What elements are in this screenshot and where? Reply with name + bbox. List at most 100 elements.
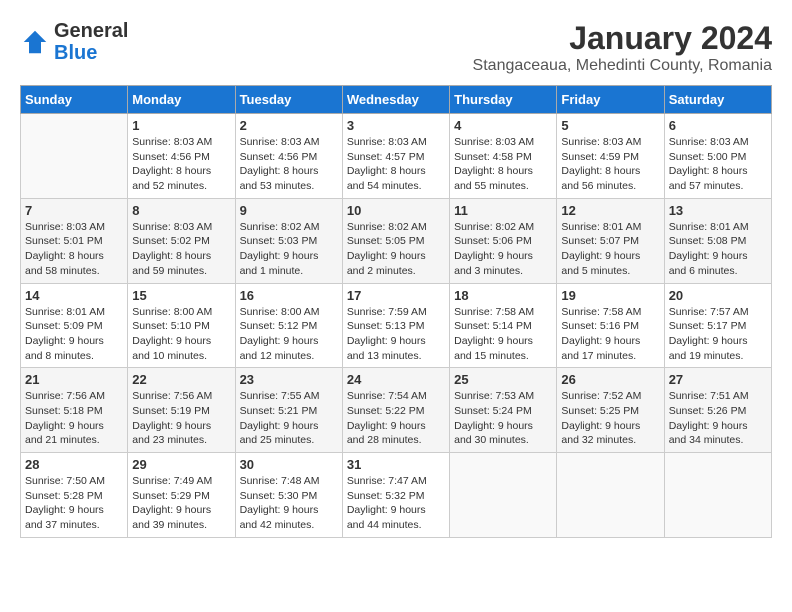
day-number: 15 xyxy=(132,288,230,303)
calendar-cell: 14Sunrise: 8:01 AMSunset: 5:09 PMDayligh… xyxy=(21,283,128,368)
weekday-header-row: SundayMondayTuesdayWednesdayThursdayFrid… xyxy=(21,86,772,114)
weekday-header-monday: Monday xyxy=(128,86,235,114)
day-number: 14 xyxy=(25,288,123,303)
calendar-cell: 4 Sunrise: 8:03 AMSunset: 4:58 PMDaylight… xyxy=(450,114,557,199)
calendar-cell xyxy=(21,114,128,199)
day-number: 10 xyxy=(347,203,445,218)
calendar-cell: 15 Sunrise: 8:00 AMSunset: 5:10 PMDayligh… xyxy=(128,283,235,368)
day-number: 24 xyxy=(347,372,445,387)
calendar-cell: 28 Sunrise: 7:50 AMSunset: 5:28 PMDayligh… xyxy=(21,453,128,538)
calendar-cell: 8 Sunrise: 8:03 AMSunset: 5:02 PMDaylight… xyxy=(128,198,235,283)
calendar-cell: 3Sunrise: 8:03 AMSunset: 4:57 PMDaylight… xyxy=(342,114,449,199)
calendar-cell: 13Sunrise: 8:01 AMSunset: 5:08 PMDayligh… xyxy=(664,198,771,283)
calendar-cell: 16 Sunrise: 8:00 AMSunset: 5:12 PMDayligh… xyxy=(235,283,342,368)
day-info: Sunrise: 7:56 AMSunset: 5:19 PMDaylight:… xyxy=(132,389,230,448)
day-info: Sunrise: 7:56 AMSunset: 5:18 PMDaylight:… xyxy=(25,389,123,448)
weekday-header-tuesday: Tuesday xyxy=(235,86,342,114)
day-info: Sunrise: 7:53 AMSunset: 5:24 PMDaylight:… xyxy=(454,389,552,448)
day-info: Sunrise: 8:03 AMSunset: 5:02 PMDaylight:… xyxy=(132,220,230,279)
calendar-cell: 26 Sunrise: 7:52 AMSunset: 5:25 PMDayligh… xyxy=(557,368,664,453)
day-number: 5 xyxy=(561,118,659,133)
day-info: Sunrise: 8:03 AMSunset: 4:58 PMDaylight:… xyxy=(454,135,552,194)
day-info: Sunrise: 7:55 AMSunset: 5:21 PMDaylight:… xyxy=(240,389,338,448)
calendar-cell: 25 Sunrise: 7:53 AMSunset: 5:24 PMDayligh… xyxy=(450,368,557,453)
calendar-cell: 22Sunrise: 7:56 AMSunset: 5:19 PMDayligh… xyxy=(128,368,235,453)
calendar-cell: 29Sunrise: 7:49 AMSunset: 5:29 PMDayligh… xyxy=(128,453,235,538)
day-number: 4 xyxy=(454,118,552,133)
day-number: 7 xyxy=(25,203,123,218)
weekday-header-wednesday: Wednesday xyxy=(342,86,449,114)
logo-icon xyxy=(20,27,50,57)
page-header: General Blue January 2024 Stangaceaua, M… xyxy=(20,20,772,75)
calendar-cell: 6 Sunrise: 8:03 AMSunset: 5:00 PMDaylight… xyxy=(664,114,771,199)
day-info: Sunrise: 7:48 AMSunset: 5:30 PMDaylight:… xyxy=(240,474,338,533)
calendar-week-row: 21Sunrise: 7:56 AMSunset: 5:18 PMDayligh… xyxy=(21,368,772,453)
day-info: Sunrise: 8:00 AMSunset: 5:10 PMDaylight:… xyxy=(132,305,230,364)
calendar-cell: 17 Sunrise: 7:59 AMSunset: 5:13 PMDayligh… xyxy=(342,283,449,368)
day-info: Sunrise: 8:01 AMSunset: 5:07 PMDaylight:… xyxy=(561,220,659,279)
calendar-cell: 30Sunrise: 7:48 AMSunset: 5:30 PMDayligh… xyxy=(235,453,342,538)
day-info: Sunrise: 7:59 AMSunset: 5:13 PMDaylight:… xyxy=(347,305,445,364)
calendar-cell: 23 Sunrise: 7:55 AMSunset: 5:21 PMDayligh… xyxy=(235,368,342,453)
calendar-week-row: 1 Sunrise: 8:03 AMSunset: 4:56 PMDaylight… xyxy=(21,114,772,199)
calendar-cell: 1 Sunrise: 8:03 AMSunset: 4:56 PMDaylight… xyxy=(128,114,235,199)
calendar-week-row: 28 Sunrise: 7:50 AMSunset: 5:28 PMDayligh… xyxy=(21,453,772,538)
calendar-cell: 20 Sunrise: 7:57 AMSunset: 5:17 PMDayligh… xyxy=(664,283,771,368)
day-number: 18 xyxy=(454,288,552,303)
calendar-week-row: 7 Sunrise: 8:03 AMSunset: 5:01 PMDaylight… xyxy=(21,198,772,283)
calendar-cell: 31 Sunrise: 7:47 AMSunset: 5:32 PMDayligh… xyxy=(342,453,449,538)
day-info: Sunrise: 7:58 AMSunset: 5:14 PMDaylight:… xyxy=(454,305,552,364)
day-number: 27 xyxy=(669,372,767,387)
day-number: 31 xyxy=(347,457,445,472)
calendar-cell: 7 Sunrise: 8:03 AMSunset: 5:01 PMDaylight… xyxy=(21,198,128,283)
calendar-cell: 12 Sunrise: 8:01 AMSunset: 5:07 PMDayligh… xyxy=(557,198,664,283)
day-number: 11 xyxy=(454,203,552,218)
calendar-cell xyxy=(664,453,771,538)
day-info: Sunrise: 8:03 AMSunset: 5:01 PMDaylight:… xyxy=(25,220,123,279)
day-number: 1 xyxy=(132,118,230,133)
day-info: Sunrise: 8:03 AMSunset: 4:56 PMDaylight:… xyxy=(240,135,338,194)
day-info: Sunrise: 7:57 AMSunset: 5:17 PMDaylight:… xyxy=(669,305,767,364)
day-info: Sunrise: 8:00 AMSunset: 5:12 PMDaylight:… xyxy=(240,305,338,364)
day-number: 12 xyxy=(561,203,659,218)
day-number: 23 xyxy=(240,372,338,387)
weekday-header-thursday: Thursday xyxy=(450,86,557,114)
calendar-cell xyxy=(450,453,557,538)
day-number: 6 xyxy=(669,118,767,133)
day-number: 9 xyxy=(240,203,338,218)
calendar-cell: 27 Sunrise: 7:51 AMSunset: 5:26 PMDayligh… xyxy=(664,368,771,453)
day-info: Sunrise: 7:54 AMSunset: 5:22 PMDaylight:… xyxy=(347,389,445,448)
calendar-cell xyxy=(557,453,664,538)
calendar-cell: 24 Sunrise: 7:54 AMSunset: 5:22 PMDayligh… xyxy=(342,368,449,453)
day-info: Sunrise: 7:47 AMSunset: 5:32 PMDaylight:… xyxy=(347,474,445,533)
day-number: 8 xyxy=(132,203,230,218)
day-info: Sunrise: 7:50 AMSunset: 5:28 PMDaylight:… xyxy=(25,474,123,533)
day-info: Sunrise: 8:01 AMSunset: 5:08 PMDaylight:… xyxy=(669,220,767,279)
day-number: 19 xyxy=(561,288,659,303)
day-number: 29 xyxy=(132,457,230,472)
calendar-cell: 18 Sunrise: 7:58 AMSunset: 5:14 PMDayligh… xyxy=(450,283,557,368)
day-info: Sunrise: 8:03 AMSunset: 4:56 PMDaylight:… xyxy=(132,135,230,194)
weekday-header-sunday: Sunday xyxy=(21,86,128,114)
calendar-cell: 2Sunrise: 8:03 AMSunset: 4:56 PMDaylight… xyxy=(235,114,342,199)
day-info: Sunrise: 8:03 AMSunset: 4:59 PMDaylight:… xyxy=(561,135,659,194)
day-number: 28 xyxy=(25,457,123,472)
day-number: 26 xyxy=(561,372,659,387)
day-number: 20 xyxy=(669,288,767,303)
day-number: 25 xyxy=(454,372,552,387)
calendar-table: SundayMondayTuesdayWednesdayThursdayFrid… xyxy=(20,85,772,538)
calendar-cell: 11Sunrise: 8:02 AMSunset: 5:06 PMDayligh… xyxy=(450,198,557,283)
calendar-cell: 21Sunrise: 7:56 AMSunset: 5:18 PMDayligh… xyxy=(21,368,128,453)
title-block: January 2024 Stangaceaua, Mehedinti Coun… xyxy=(473,20,772,75)
logo: General Blue xyxy=(20,20,128,64)
logo-text: General Blue xyxy=(54,20,128,64)
day-info: Sunrise: 8:02 AMSunset: 5:03 PMDaylight:… xyxy=(240,220,338,279)
calendar-cell: 10 Sunrise: 8:02 AMSunset: 5:05 PMDayligh… xyxy=(342,198,449,283)
day-info: Sunrise: 7:52 AMSunset: 5:25 PMDaylight:… xyxy=(561,389,659,448)
day-number: 16 xyxy=(240,288,338,303)
day-info: Sunrise: 8:03 AMSunset: 5:00 PMDaylight:… xyxy=(669,135,767,194)
day-info: Sunrise: 8:02 AMSunset: 5:05 PMDaylight:… xyxy=(347,220,445,279)
day-number: 17 xyxy=(347,288,445,303)
day-info: Sunrise: 7:51 AMSunset: 5:26 PMDaylight:… xyxy=(669,389,767,448)
calendar-cell: 19Sunrise: 7:58 AMSunset: 5:16 PMDayligh… xyxy=(557,283,664,368)
